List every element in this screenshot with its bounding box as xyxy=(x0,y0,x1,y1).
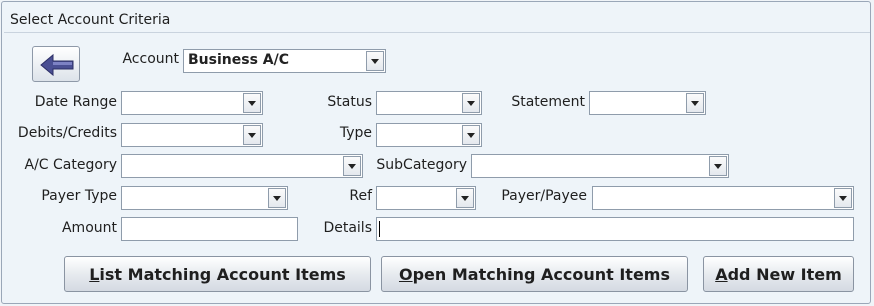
statement-select[interactable] xyxy=(589,91,706,115)
chevron-down-icon[interactable] xyxy=(366,51,384,71)
title-divider xyxy=(4,32,870,33)
status-select[interactable] xyxy=(376,91,482,115)
subcategory-select[interactable] xyxy=(471,154,729,178)
amount-label: Amount xyxy=(61,220,117,236)
payer-type-select[interactable] xyxy=(121,186,288,210)
type-select[interactable] xyxy=(376,123,482,147)
chevron-down-icon[interactable] xyxy=(456,188,474,208)
amount-input[interactable] xyxy=(121,217,298,241)
add-new-item-button[interactable]: Add New Item xyxy=(703,256,854,292)
chevron-down-icon[interactable] xyxy=(243,93,261,113)
ref-select[interactable] xyxy=(376,186,476,210)
add-button-label: dd New Item xyxy=(727,264,842,284)
list-matching-button[interactable]: List Matching Account Items xyxy=(64,256,371,292)
chevron-down-icon[interactable] xyxy=(343,156,361,176)
chevron-down-icon[interactable] xyxy=(462,125,480,145)
payer-type-label: Payer Type xyxy=(41,188,117,204)
open-button-label: pen Matching Account Items xyxy=(412,264,670,284)
chevron-down-icon[interactable] xyxy=(268,188,286,208)
chevron-down-icon[interactable] xyxy=(462,93,480,113)
date-range-select[interactable] xyxy=(121,91,263,115)
add-button-accel: A xyxy=(715,264,728,284)
debits-credits-label: Debits/Credits xyxy=(17,125,117,141)
details-label: Details xyxy=(323,220,372,236)
open-button-accel: O xyxy=(398,264,413,284)
statement-label: Statement xyxy=(511,94,585,110)
payer-payee-label: Payer/Payee xyxy=(501,188,587,204)
account-select[interactable]: Business A/C xyxy=(183,49,386,73)
subcategory-label: SubCategory xyxy=(376,157,467,173)
chevron-down-icon[interactable] xyxy=(709,156,727,176)
account-label: Account xyxy=(122,51,179,67)
open-matching-button[interactable]: Open Matching Account Items xyxy=(381,256,688,292)
ac-category-select[interactable] xyxy=(121,154,363,178)
payer-payee-select[interactable] xyxy=(592,186,854,210)
ac-category-label: A/C Category xyxy=(24,157,117,173)
chevron-down-icon[interactable] xyxy=(834,188,852,208)
section-title: Select Account Criteria xyxy=(10,12,171,28)
details-input[interactable] xyxy=(376,217,854,241)
ref-label: Ref xyxy=(349,188,372,204)
list-button-label: ist Matching Account Items xyxy=(99,264,346,284)
account-value: Business A/C xyxy=(188,52,289,68)
chevron-down-icon[interactable] xyxy=(686,93,704,113)
type-label: Type xyxy=(339,125,372,141)
criteria-panel: Select Account Criteria Account Business… xyxy=(1,1,871,304)
list-button-accel: L xyxy=(89,264,100,284)
chevron-down-icon[interactable] xyxy=(243,125,261,145)
status-label: Status xyxy=(327,94,372,110)
date-range-label: Date Range xyxy=(34,94,117,110)
debits-credits-select[interactable] xyxy=(121,123,263,147)
